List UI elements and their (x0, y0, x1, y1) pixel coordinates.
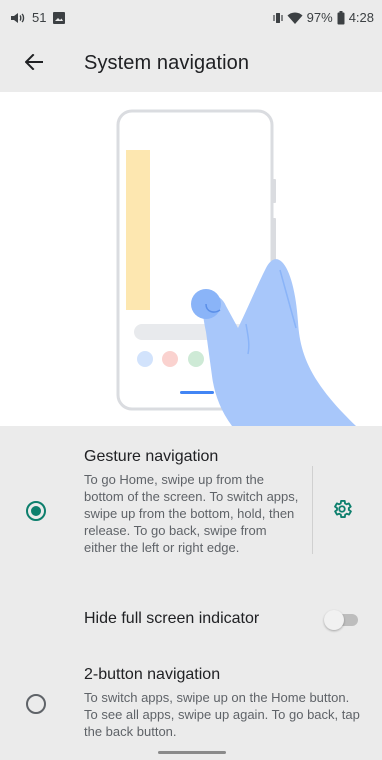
yellow-panel (126, 150, 150, 310)
switch-thumb (324, 610, 344, 630)
status-left-group: 51 (10, 10, 66, 25)
volume-icon (10, 11, 26, 25)
settings-divider (312, 466, 313, 554)
gesture-navigation-title: Gesture navigation (84, 448, 219, 465)
gesture-navigation-description: To go Home, swipe up from the bottom of … (84, 472, 299, 555)
gesture-navigation-illustration (0, 92, 382, 426)
gear-icon (331, 498, 353, 525)
hide-indicator-label: Hide full screen indicator (84, 610, 260, 627)
vibrate-icon (273, 11, 283, 25)
status-right-group: 97% 4:28 (273, 10, 374, 25)
notification-count: 51 (32, 10, 47, 25)
back-button[interactable] (18, 48, 50, 80)
image-icon (52, 11, 66, 25)
two-button-navigation-title: 2-button navigation (84, 666, 221, 683)
battery-percent: 97% (306, 10, 333, 25)
system-navigation-screen: 51 97% 4:28 System navigation Gesture na… (0, 0, 382, 760)
phone-side-button-bottom (272, 218, 276, 262)
phone-side-button-top (272, 179, 276, 203)
wifi-icon (287, 11, 303, 25)
dot-blue (137, 351, 153, 367)
phone-nav-indicator (180, 391, 214, 394)
navigation-options: Gesture navigation To go Home, swipe up … (0, 426, 382, 760)
status-bar: 51 97% 4:28 (0, 0, 382, 36)
dot-red (162, 351, 178, 367)
illustration-svg (116, 109, 356, 426)
two-button-navigation-radio[interactable] (26, 694, 46, 714)
status-time: 4:28 (348, 10, 374, 25)
gesture-navigation-radio[interactable] (26, 501, 46, 521)
app-bar: System navigation (0, 36, 382, 92)
battery-icon (337, 10, 345, 25)
gesture-settings-button[interactable] (328, 497, 356, 525)
home-indicator[interactable] (158, 751, 226, 754)
page-title: System navigation (84, 52, 250, 74)
two-button-navigation-description: To switch apps, swipe up on the Home but… (84, 690, 360, 739)
hide-indicator-switch[interactable] (324, 610, 360, 630)
arrow-back-icon (24, 53, 43, 75)
dot-green (188, 351, 204, 367)
